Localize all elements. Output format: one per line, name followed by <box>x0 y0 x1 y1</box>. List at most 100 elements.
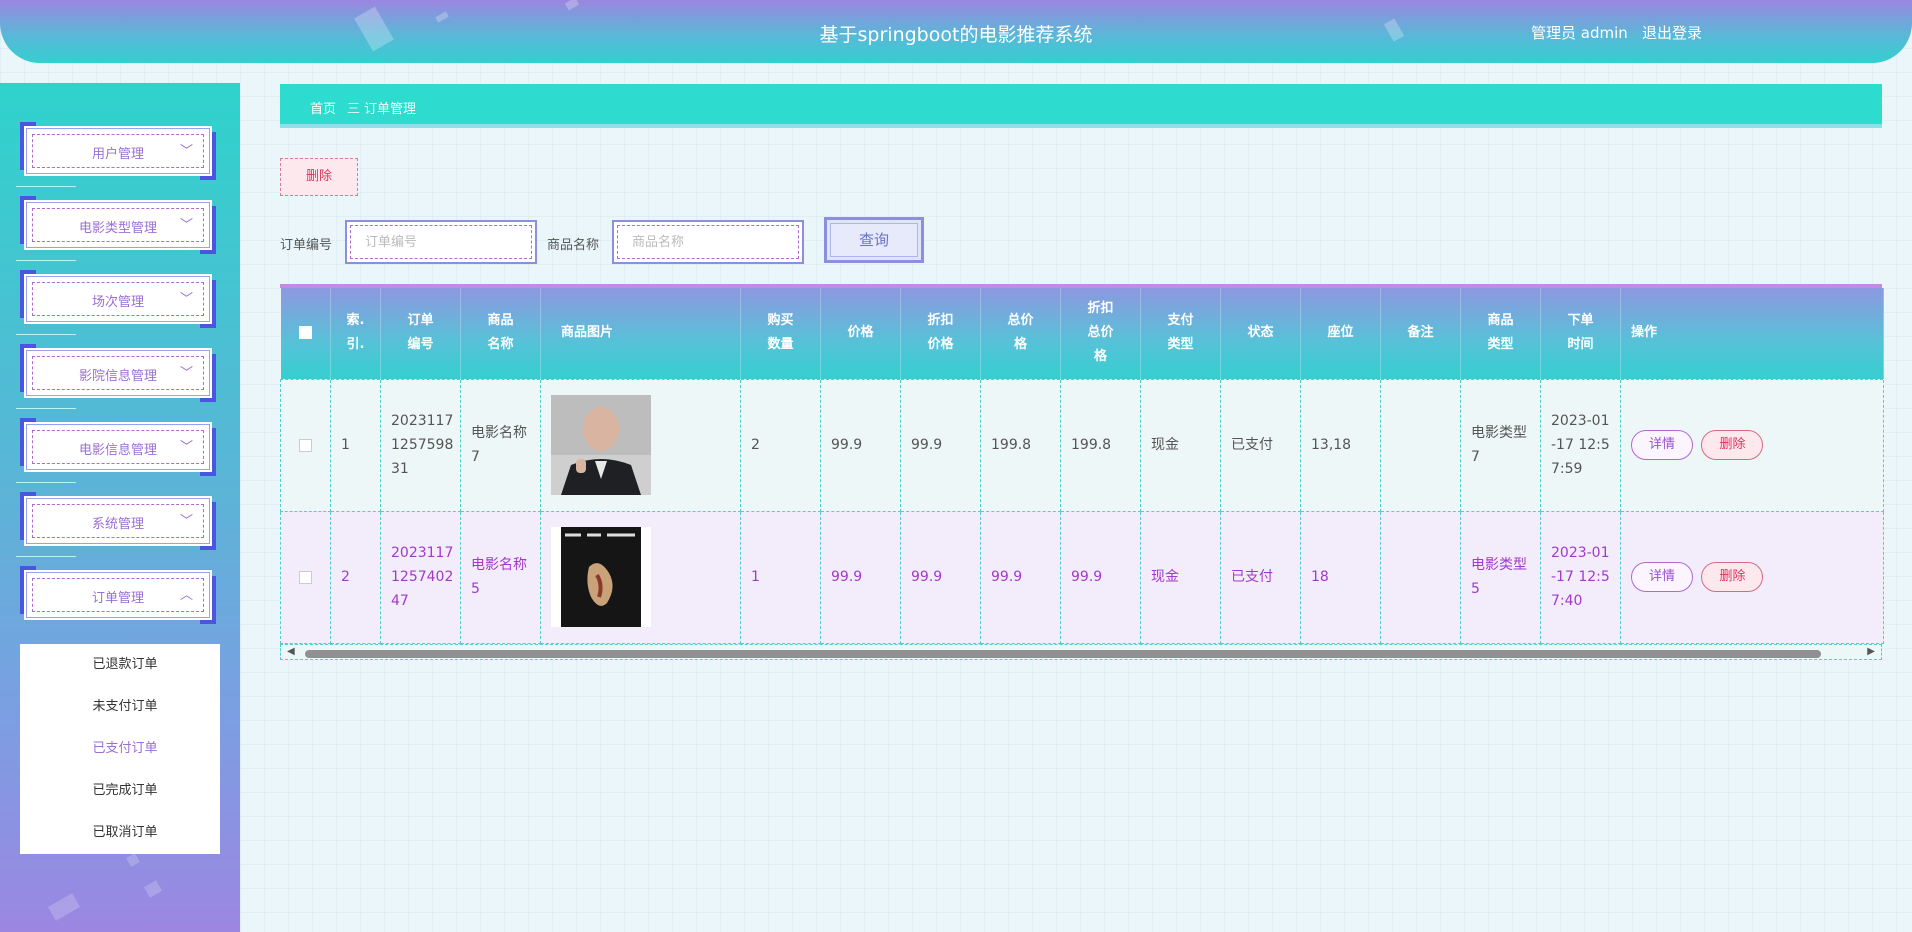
chevron-down-icon: ﹀ <box>179 144 193 159</box>
table-horizontal-scrollbar[interactable]: ◀ ▶ <box>280 644 1882 660</box>
scroll-left-icon[interactable]: ◀ <box>287 646 295 657</box>
chevron-down-icon: ﹀ <box>179 366 193 381</box>
breadcrumb-home[interactable]: 首页 <box>310 98 336 117</box>
scroll-right-icon[interactable]: ▶ <box>1867 646 1875 657</box>
cell-discount-price: 99.9 <box>900 510 981 644</box>
column-header[interactable]: 订单 编号 <box>380 288 461 379</box>
goods-name-input[interactable] <box>617 225 799 259</box>
column-header[interactable]: 总价 格 <box>980 288 1061 379</box>
sidebar-menu-cinema[interactable]: 影院信息管理 ﹀ <box>16 344 216 409</box>
chevron-down-icon: ﹀ <box>179 514 193 529</box>
sidebar-menu-system[interactable]: 系统管理 ﹀ <box>16 492 216 557</box>
delete-button[interactable]: 删除 <box>1701 430 1764 460</box>
admin-user-label: 管理员 admin <box>1531 24 1628 42</box>
submenu-item-refunded[interactable]: 已退款订单 <box>20 644 220 686</box>
cell-pay-type: 现金 <box>1140 378 1221 512</box>
top-header: 基于springboot的电影推荐系统 管理员 admin 退出登录 <box>0 0 1912 63</box>
cell-price: 99.9 <box>820 510 901 644</box>
batch-delete-button[interactable]: 删除 <box>280 158 358 196</box>
sidebar-menu-orders[interactable]: 订单管理 ︿ <box>20 566 216 624</box>
chevron-down-icon: ﹀ <box>179 218 193 233</box>
query-button[interactable]: 查询 <box>824 217 924 263</box>
sidebar-menu-movie-info[interactable]: 电影信息管理 ﹀ <box>16 418 216 483</box>
column-header[interactable]: 价格 <box>820 288 901 379</box>
chevron-down-icon: ﹀ <box>179 292 193 307</box>
cell-total: 199.8 <box>980 378 1061 512</box>
column-header[interactable]: 商品 名称 <box>460 288 541 379</box>
column-header[interactable]: 状态 <box>1220 288 1301 379</box>
cell-goods-type: 电影类型 5 <box>1460 510 1541 644</box>
cell-discount-total: 199.8 <box>1060 378 1141 512</box>
submenu-item-completed[interactable]: 已完成订单 <box>20 770 220 812</box>
breadcrumb-separator-icon: 三 <box>347 102 361 117</box>
column-header[interactable]: 支付 类型 <box>1140 288 1221 379</box>
cell-goods-image <box>540 510 741 644</box>
delete-button[interactable]: 删除 <box>1701 562 1764 592</box>
table-row: 2 2023117 1257402 47 电影名称 5 1 99.9 99.9 … <box>280 510 1884 644</box>
movie-poster-image[interactable] <box>551 527 651 627</box>
column-header[interactable]: 商品 类型 <box>1460 288 1541 379</box>
detail-button[interactable]: 详情 <box>1631 562 1693 592</box>
row-checkbox[interactable] <box>299 438 312 452</box>
row-select-cell <box>280 378 331 512</box>
column-header[interactable]: 下单 时间 <box>1540 288 1621 379</box>
order-no-label: 订单编号 <box>280 238 333 253</box>
sidebar-menu-user[interactable]: 用户管理 ﹀ <box>16 122 216 187</box>
cell-index: 1 <box>330 378 381 512</box>
cell-qty: 1 <box>740 510 821 644</box>
breadcrumb: 首页 三 订单管理 <box>280 84 1882 128</box>
submenu-item-unpaid[interactable]: 未支付订单 <box>20 686 220 728</box>
cell-discount-price: 99.9 <box>900 378 981 512</box>
cell-actions: 详情 删除 <box>1620 378 1884 512</box>
column-header[interactable]: 折扣 总价 格 <box>1060 288 1141 379</box>
select-all-cell <box>280 288 331 379</box>
cell-actions: 详情 删除 <box>1620 510 1884 644</box>
orders-table: 索. 引. 订单 编号 商品 名称 商品图片 购买 数量 价格 折扣 价格 总价… <box>280 284 1884 660</box>
cell-goods-name: 电影名称 7 <box>460 378 541 512</box>
sidebar-menu-session[interactable]: 场次管理 ﹀ <box>16 270 216 335</box>
header-decoration <box>564 0 580 11</box>
sidebar-menu-movie-type[interactable]: 电影类型管理 ﹀ <box>16 196 216 261</box>
cell-seat: 13,18 <box>1300 378 1381 512</box>
cell-discount-total: 99.9 <box>1060 510 1141 644</box>
goods-name-label: 商品名称 <box>547 238 600 253</box>
scrollbar-thumb[interactable] <box>305 650 1821 658</box>
cell-remark <box>1380 510 1461 644</box>
sidebar-decoration <box>126 853 140 867</box>
breadcrumb-current: 订单管理 <box>364 102 417 117</box>
column-header[interactable]: 备注 <box>1380 288 1461 379</box>
cell-remark <box>1380 378 1461 512</box>
cell-order-time: 2023-01 -17 12:5 7:40 <box>1540 510 1621 644</box>
order-no-field <box>345 220 537 264</box>
movie-poster-image[interactable] <box>551 395 651 495</box>
row-select-cell <box>280 510 331 644</box>
chevron-down-icon: ﹀ <box>179 440 193 455</box>
select-all-checkbox[interactable] <box>298 326 312 340</box>
cell-goods-type: 电影类型 7 <box>1460 378 1541 512</box>
goods-name-field <box>612 220 804 264</box>
cell-status: 已支付 <box>1220 378 1301 512</box>
cell-seat: 18 <box>1300 510 1381 644</box>
sidebar-decoration <box>47 893 81 921</box>
chevron-up-icon: ︿ <box>179 588 193 603</box>
order-no-input[interactable] <box>350 225 532 259</box>
cell-order-time: 2023-01 -17 12:5 7:59 <box>1540 378 1621 512</box>
submenu-item-cancelled[interactable]: 已取消订单 <box>20 812 220 854</box>
orders-submenu: 已退款订单 未支付订单 已支付订单 已完成订单 已取消订单 <box>20 644 220 854</box>
logout-link[interactable]: 退出登录 <box>1642 22 1702 43</box>
column-header[interactable]: 座位 <box>1300 288 1381 379</box>
row-checkbox[interactable] <box>299 570 312 584</box>
column-header[interactable]: 折扣 价格 <box>900 288 981 379</box>
column-header[interactable]: 购买 数量 <box>740 288 821 379</box>
cell-order-no: 2023117 1257402 47 <box>380 510 461 644</box>
cell-total: 99.9 <box>980 510 1061 644</box>
sidebar-decoration <box>143 880 163 898</box>
detail-button[interactable]: 详情 <box>1631 430 1693 460</box>
cell-qty: 2 <box>740 378 821 512</box>
column-header[interactable]: 商品图片 <box>540 288 741 379</box>
query-button-label: 查询 <box>830 223 918 257</box>
column-header[interactable]: 索. 引. <box>330 288 381 379</box>
submenu-item-paid[interactable]: 已支付订单 <box>20 728 220 770</box>
cell-goods-image <box>540 378 741 512</box>
cell-order-no: 2023117 1257598 31 <box>380 378 461 512</box>
